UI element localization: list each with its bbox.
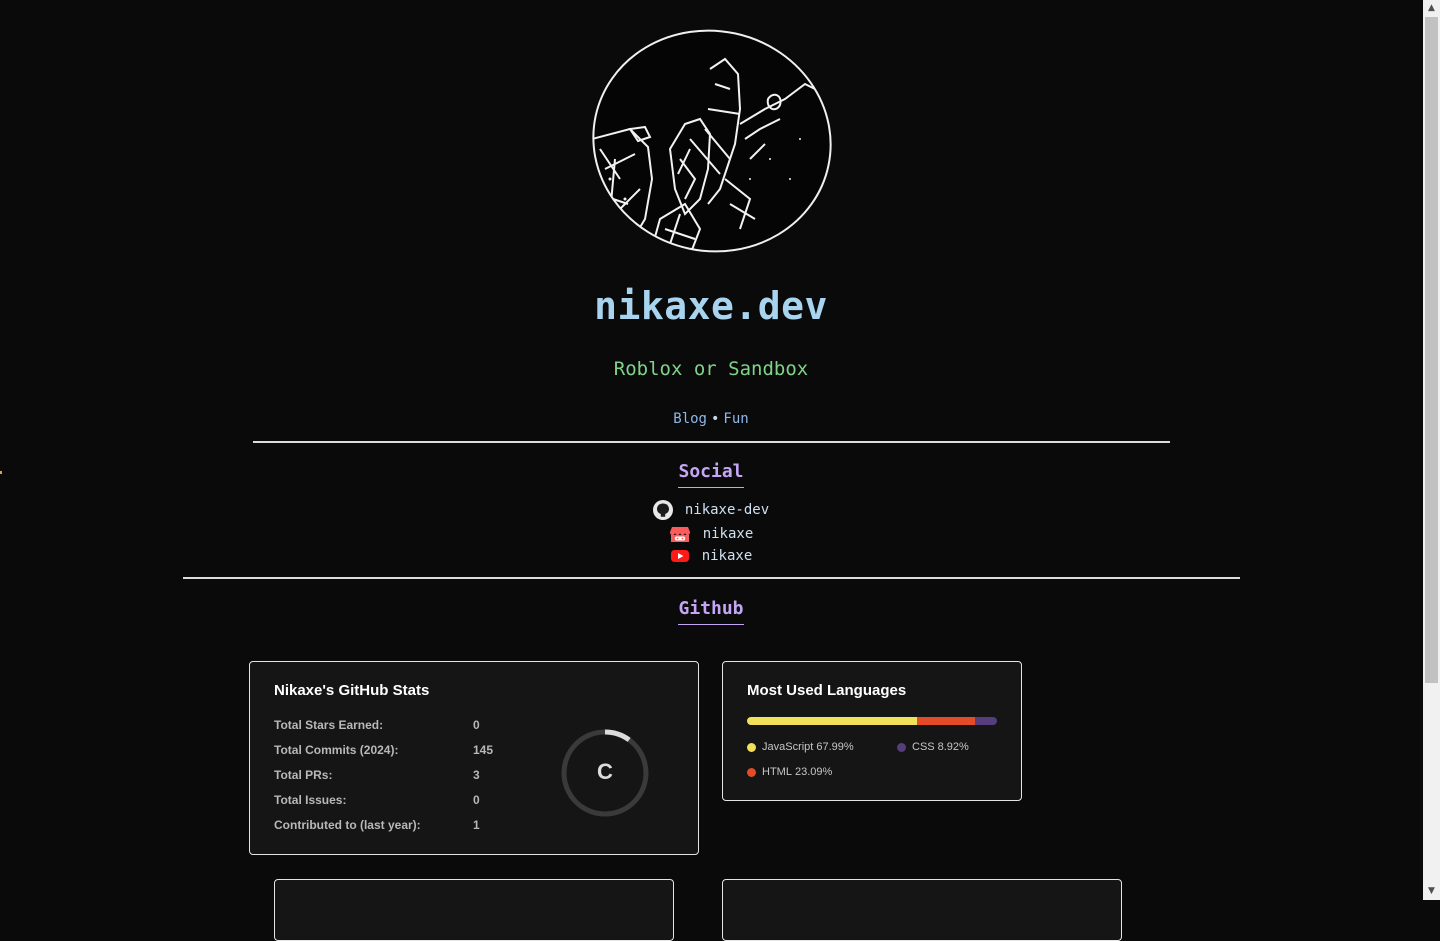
language-bar-segment bbox=[974, 717, 997, 725]
scrollbar-thumb[interactable] bbox=[1425, 17, 1438, 683]
avatar bbox=[590, 29, 834, 256]
github-stats-card: Nikaxe's GitHub Stats Total Stars Earned… bbox=[249, 661, 699, 855]
language-bar-segment bbox=[916, 717, 975, 725]
stat-value: 0 bbox=[473, 793, 480, 807]
language-bar-segment bbox=[747, 717, 917, 725]
top-nav: Blog • Fun bbox=[0, 411, 1422, 427]
nav-link-blog[interactable]: Blog bbox=[673, 411, 707, 427]
language-dot bbox=[747, 767, 756, 777]
language-name: JavaScript bbox=[762, 741, 814, 753]
language-percent: 23.09% bbox=[794, 766, 833, 778]
stat-value: 1 bbox=[473, 818, 480, 832]
language-percent: 8.92% bbox=[937, 741, 969, 753]
social-label-itchio: nikaxe bbox=[702, 526, 754, 542]
github-icon bbox=[652, 500, 673, 520]
divider-top bbox=[253, 441, 1170, 443]
languages-bar bbox=[747, 717, 997, 725]
stat-label: Total Commits (2024): bbox=[274, 743, 399, 757]
language-dot bbox=[897, 742, 906, 752]
stat-label: Total Issues: bbox=[274, 793, 347, 807]
social-link-github[interactable]: nikaxe-dev bbox=[0, 500, 1422, 522]
scroll-up-arrow[interactable]: ▲ bbox=[1423, 0, 1440, 17]
stat-label: Contributed to (last year): bbox=[274, 818, 421, 832]
social-link-youtube[interactable]: nikaxe bbox=[0, 548, 1422, 570]
language-item-javascript: JavaScript 67.99% bbox=[747, 741, 854, 753]
youtube-icon bbox=[670, 548, 690, 564]
language-item-html: HTML 23.09% bbox=[747, 766, 832, 778]
itchio-icon bbox=[669, 524, 691, 544]
rank-letter: C bbox=[597, 759, 613, 784]
stat-label: Total PRs: bbox=[274, 768, 333, 782]
languages-card-title: Most Used Languages bbox=[747, 682, 907, 699]
languages-card: Most Used Languages JavaScript 67.99% CS… bbox=[722, 661, 1022, 801]
edge-marker bbox=[0, 471, 2, 474]
stats-card-title: Nikaxe's GitHub Stats bbox=[274, 682, 430, 699]
language-name: CSS bbox=[912, 741, 935, 753]
social-heading: Social bbox=[0, 461, 1422, 488]
language-dot bbox=[747, 742, 756, 752]
nav-separator: • bbox=[710, 411, 720, 427]
github-card-partial bbox=[722, 879, 1122, 941]
language-percent: 67.99% bbox=[816, 741, 854, 753]
nav-link-fun[interactable]: Fun bbox=[723, 411, 748, 427]
scroll-down-arrow[interactable]: ▼ bbox=[1423, 883, 1440, 900]
language-name: HTML bbox=[762, 766, 792, 778]
language-item-css: CSS 8.92% bbox=[897, 741, 969, 753]
stat-value: 0 bbox=[473, 718, 480, 732]
social-link-itchio[interactable]: nikaxe bbox=[0, 524, 1422, 546]
site-title: nikaxe.dev bbox=[594, 284, 828, 328]
github-card-partial bbox=[274, 879, 674, 941]
stat-value: 145 bbox=[473, 743, 494, 757]
social-label-youtube: nikaxe bbox=[701, 548, 753, 564]
stat-value: 3 bbox=[473, 768, 480, 782]
social-label-github: nikaxe-dev bbox=[684, 502, 770, 518]
divider-middle bbox=[183, 577, 1240, 579]
stat-label: Total Stars Earned: bbox=[274, 718, 384, 732]
site-subtitle: Roblox or Sandbox bbox=[613, 358, 809, 380]
github-heading: Github bbox=[0, 598, 1422, 625]
page-scrollbar[interactable]: ▲ ▼ bbox=[1423, 0, 1440, 900]
